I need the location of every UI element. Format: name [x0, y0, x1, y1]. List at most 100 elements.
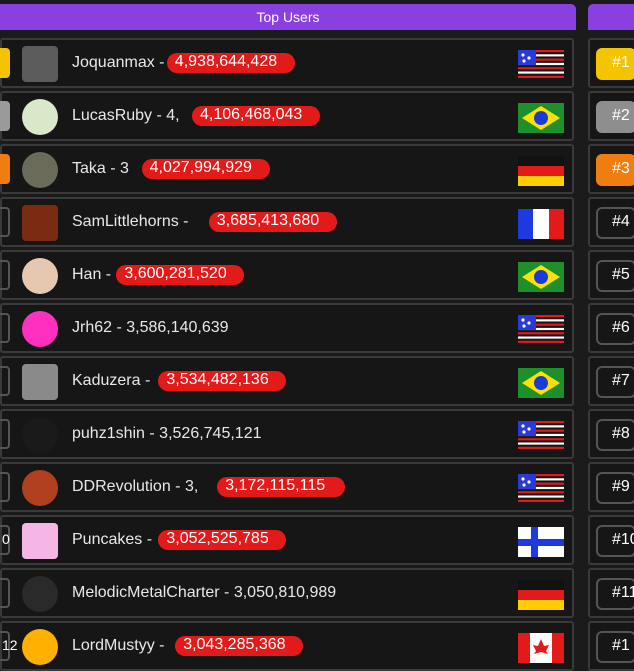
- user-row[interactable]: LucasRuby - 4, 4,106,468,043: [0, 91, 574, 141]
- flag-brazil-icon: [518, 368, 564, 398]
- flag-germany-icon: [518, 580, 564, 610]
- user-entry-text: SamLittlehorns -: [72, 213, 189, 231]
- avatar[interactable]: [22, 629, 58, 665]
- user-row[interactable]: DDRevolution - 3, 3,172,115,115: [0, 462, 574, 512]
- user-row[interactable]: Kaduzera -3,534,482,136: [0, 356, 574, 406]
- side-rank-row[interactable]: #1: [588, 38, 634, 88]
- user-row[interactable]: Taka - 3 4,027,994,929: [0, 144, 574, 194]
- username[interactable]: puhz1shin: [72, 425, 145, 442]
- username[interactable]: Han: [72, 266, 101, 283]
- username[interactable]: LucasRuby: [72, 107, 152, 124]
- flag-canada-icon: [518, 633, 564, 663]
- rank-label: #8: [612, 425, 630, 442]
- score: 3,600,281,520: [124, 265, 227, 282]
- avatar[interactable]: [22, 417, 58, 453]
- rank-label: #1: [612, 637, 630, 654]
- flag-finland-icon: [518, 527, 564, 557]
- score: 3,685,413,680: [216, 212, 320, 229]
- side-rank-row[interactable]: #1: [588, 621, 634, 671]
- username[interactable]: LordMustyy: [72, 637, 155, 654]
- username[interactable]: Kaduzera: [72, 372, 141, 389]
- side-panel-header: [588, 4, 634, 30]
- user-row[interactable]: Jrh62 - 3,586,140,639: [0, 303, 574, 353]
- side-rank-row[interactable]: #4: [588, 197, 634, 247]
- rank-label: #6: [612, 319, 630, 336]
- user-entry-text: puhz1shin - 3,526,745,121: [72, 425, 262, 443]
- score: 4,938,644,428: [174, 53, 278, 70]
- rank-badge: [0, 260, 10, 290]
- rank-label: #10: [612, 531, 634, 548]
- side-rank-row[interactable]: #7: [588, 356, 634, 406]
- rank-badge: [0, 207, 10, 237]
- avatar[interactable]: [22, 523, 58, 559]
- user-entry-text: Han -: [72, 266, 111, 284]
- user-row[interactable]: SamLittlehorns - 3,685,413,680: [0, 197, 574, 247]
- flag-brazil-icon: [518, 262, 564, 292]
- rank-badge: [0, 48, 10, 78]
- avatar[interactable]: [22, 152, 58, 188]
- rank-badge: [0, 578, 10, 608]
- score: 3,052,525,785: [166, 530, 269, 547]
- rank-label: #11: [612, 584, 634, 601]
- score-prefix: - 4,: [152, 107, 180, 124]
- username[interactable]: Jrh62: [72, 319, 112, 336]
- rank-label: #3: [612, 160, 630, 177]
- user-row[interactable]: 12 LordMustyy - 3,043,285,368: [0, 621, 574, 671]
- user-row[interactable]: MelodicMetalCharter - 3,050,810,989: [0, 568, 574, 618]
- side-rank-row[interactable]: #11: [588, 568, 634, 618]
- user-row[interactable]: puhz1shin - 3,526,745,121: [0, 409, 574, 459]
- side-rank-row[interactable]: #6: [588, 303, 634, 353]
- avatar[interactable]: [22, 46, 58, 82]
- user-entry-text: Jrh62 - 3,586,140,639: [72, 319, 229, 337]
- rank-badge: [0, 313, 10, 343]
- rank-number: 12: [2, 637, 18, 653]
- rank-label: #9: [612, 478, 630, 495]
- avatar[interactable]: [22, 258, 58, 294]
- score-prefix: - 3,: [170, 478, 199, 495]
- score-prefix: - 3: [105, 160, 129, 177]
- rank-label: #2: [612, 107, 630, 124]
- user-row[interactable]: Han -3,600,281,520: [0, 250, 574, 300]
- user-entry-text: LucasRuby - 4,: [72, 107, 180, 125]
- flag-brazil-icon: [518, 103, 564, 133]
- flag-usa-icon: [518, 315, 564, 343]
- user-entry-text: DDRevolution - 3,: [72, 478, 198, 496]
- flag-germany-icon: [518, 156, 564, 186]
- user-entry-text: Taka - 3: [72, 160, 129, 178]
- score: 3,043,285,368: [183, 636, 286, 653]
- avatar[interactable]: [22, 470, 58, 506]
- score: 4,106,468,043: [200, 106, 303, 123]
- rank-label: #1: [612, 54, 630, 71]
- username[interactable]: DDRevolution: [72, 478, 171, 495]
- rank-badge: [0, 101, 10, 131]
- user-row[interactable]: 0 Puncakes -3,052,525,785: [0, 515, 574, 565]
- user-entry-text: Joquanmax -: [72, 54, 165, 72]
- side-rank-row[interactable]: #2: [588, 91, 634, 141]
- side-rank-row[interactable]: #8: [588, 409, 634, 459]
- score-prefix: -: [101, 266, 112, 283]
- user-row[interactable]: Joquanmax - 4,938,644,428: [0, 38, 574, 88]
- score-prefix: -: [142, 531, 153, 548]
- score: 3,534,482,136: [166, 371, 269, 388]
- avatar[interactable]: [22, 311, 58, 347]
- side-rank-row[interactable]: #3: [588, 144, 634, 194]
- avatar[interactable]: [22, 364, 58, 400]
- username[interactable]: Taka: [72, 160, 106, 177]
- username[interactable]: Joquanmax: [72, 54, 155, 71]
- rank-badge: [0, 154, 10, 184]
- side-rank-row[interactable]: #10: [588, 515, 634, 565]
- username[interactable]: MelodicMetalCharter: [72, 584, 220, 601]
- side-rank-row[interactable]: #9: [588, 462, 634, 512]
- username[interactable]: SamLittlehorns: [72, 213, 179, 230]
- flag-usa-icon: [518, 50, 564, 78]
- username[interactable]: Puncakes: [72, 531, 142, 548]
- avatar[interactable]: [22, 99, 58, 135]
- score-prefix: -: [140, 372, 151, 389]
- rank-label: #4: [612, 213, 630, 230]
- avatar[interactable]: [22, 576, 58, 612]
- side-rank-row[interactable]: #5: [588, 250, 634, 300]
- user-entry-text: Kaduzera -: [72, 372, 150, 390]
- score-prefix: - 3,586,140,639: [112, 319, 229, 336]
- flag-usa-icon: [518, 421, 564, 449]
- avatar[interactable]: [22, 205, 58, 241]
